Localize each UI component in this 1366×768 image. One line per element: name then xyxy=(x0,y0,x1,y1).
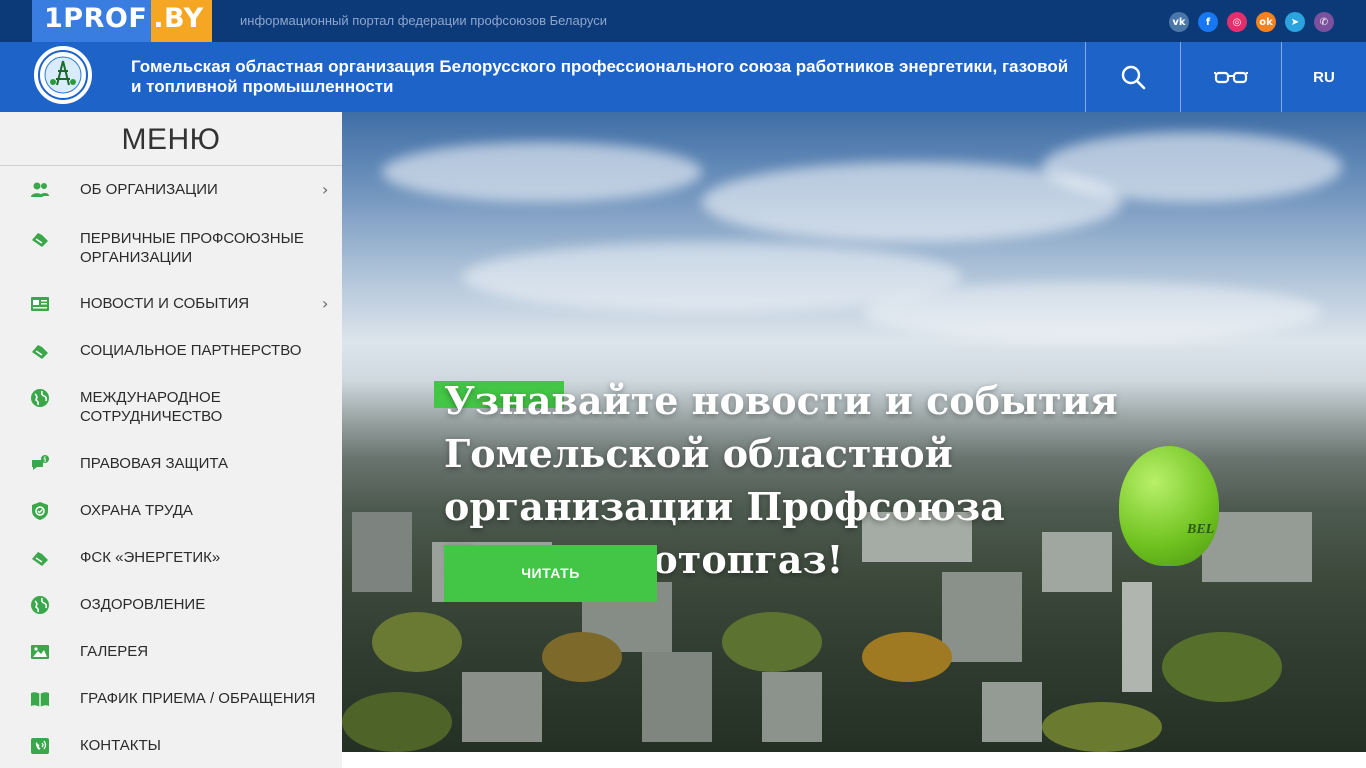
menu-label: Контакты xyxy=(80,737,161,754)
trees xyxy=(1162,632,1282,702)
odnoklassniki-icon[interactable]: ok xyxy=(1256,12,1276,32)
logo-part-2: .BY xyxy=(151,0,212,42)
building xyxy=(462,672,542,742)
menu-item-news[interactable]: Новости и события › xyxy=(0,294,342,324)
accessibility-button[interactable] xyxy=(1180,42,1281,112)
language-switch[interactable]: RU xyxy=(1281,42,1366,112)
menu-item-reception-schedule[interactable]: График приема / обращения xyxy=(0,689,342,719)
menu-item-about[interactable]: Об организации › xyxy=(0,180,342,210)
menu-label: График приема / обращения xyxy=(80,690,316,707)
menu-label: Первичные профсоюзные организации xyxy=(80,230,304,266)
logo-part-1: 1PROF xyxy=(32,0,152,42)
cloud xyxy=(382,142,702,202)
menu-item-gallery[interactable]: Галерея xyxy=(0,642,342,672)
menu-label: Охрана труда xyxy=(80,502,193,519)
trees xyxy=(372,612,462,672)
building xyxy=(352,512,412,592)
building xyxy=(642,652,712,742)
menu-item-legal[interactable]: § Правовая защита xyxy=(0,454,342,484)
emblem-icon xyxy=(38,50,88,100)
menu-label: Оздоровление xyxy=(80,596,206,613)
social-links: vk f ◎ ok ➤ ✆ xyxy=(1169,12,1334,32)
menu-label: ФСК «Энергетик» xyxy=(80,549,221,566)
menu-label: Галерея xyxy=(80,643,149,660)
trees xyxy=(862,632,952,682)
phone-icon xyxy=(31,738,49,754)
globe-icon xyxy=(31,596,49,614)
building xyxy=(982,682,1042,742)
handshake-icon xyxy=(32,233,48,247)
menu-label: Новости и события xyxy=(80,295,250,312)
search-button[interactable] xyxy=(1085,42,1180,112)
trees xyxy=(342,692,452,752)
trees xyxy=(542,632,622,682)
instagram-icon[interactable]: ◎ xyxy=(1227,12,1247,32)
trees xyxy=(1042,702,1162,752)
menu-label: Социальное партнерство xyxy=(80,342,302,359)
viber-icon[interactable]: ✆ xyxy=(1314,12,1334,32)
search-icon xyxy=(1121,65,1146,90)
shield-icon xyxy=(32,502,48,520)
chat-icon: § xyxy=(32,455,49,470)
globe-icon xyxy=(31,389,49,407)
sidebar-menu: МЕНЮ Об организации › Первичные профсоюз… xyxy=(0,112,342,768)
menu-label: Об организации xyxy=(80,181,218,198)
menu-label: Международное сотрудничество xyxy=(80,389,223,425)
telegram-icon[interactable]: ➤ xyxy=(1285,12,1305,32)
menu-item-energetik[interactable]: ФСК «Энергетик» xyxy=(0,548,342,578)
glasses-icon xyxy=(1214,71,1248,84)
image-icon xyxy=(31,645,49,659)
portal-tagline: информационный портал федерации профсоюз… xyxy=(240,13,607,28)
newspaper-icon xyxy=(31,297,49,311)
menu-item-international[interactable]: Международное сотрудничество xyxy=(0,388,342,428)
handshake-icon xyxy=(32,552,48,566)
vk-icon[interactable]: vk xyxy=(1169,12,1189,32)
cloud xyxy=(1042,132,1342,202)
menu-title: МЕНЮ xyxy=(0,112,342,166)
portal-logo[interactable]: 1PROF .BY xyxy=(32,0,212,42)
book-icon xyxy=(31,692,49,707)
top-bar: 1PROF .BY информационный портал федераци… xyxy=(0,0,1366,42)
menu-item-contacts[interactable]: Контакты xyxy=(0,736,342,766)
org-header: Гомельская областная организация Белорус… xyxy=(0,42,1366,112)
chevron-right-icon: › xyxy=(322,294,329,313)
handshake-icon xyxy=(32,345,48,359)
users-icon xyxy=(31,182,49,197)
menu-item-recreation[interactable]: Оздоровление xyxy=(0,595,342,625)
cloud xyxy=(862,282,1322,342)
building xyxy=(762,672,822,742)
svg-text:§: § xyxy=(43,456,46,463)
facebook-icon[interactable]: f xyxy=(1198,12,1218,32)
menu-item-social-partnership[interactable]: Социальное партнерство xyxy=(0,341,342,371)
org-title[interactable]: Гомельская областная организация Белорус… xyxy=(131,57,1071,97)
trees xyxy=(722,612,822,672)
org-emblem[interactable] xyxy=(34,46,92,104)
building xyxy=(1122,582,1152,692)
read-button[interactable]: ЧИТАТЬ xyxy=(444,545,657,602)
menu-item-primary-orgs[interactable]: Первичные профсоюзные организации xyxy=(0,229,342,269)
menu-item-labor-safety[interactable]: Охрана труда xyxy=(0,501,342,531)
chevron-right-icon: › xyxy=(322,180,329,199)
menu-label: Правовая защита xyxy=(80,455,229,472)
